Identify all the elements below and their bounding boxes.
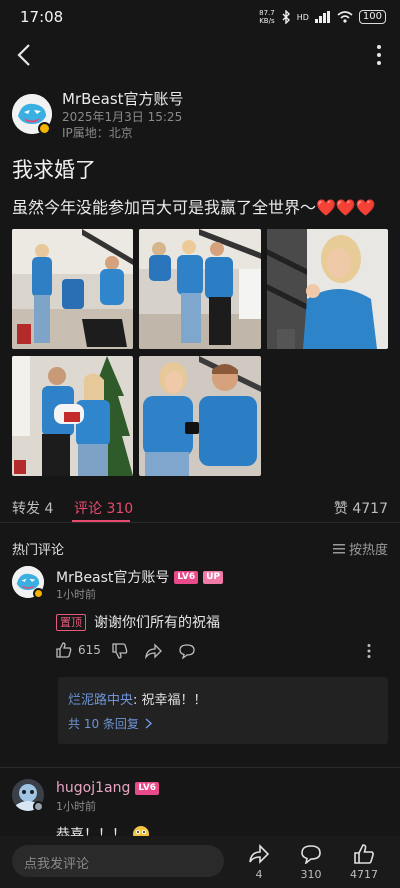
post-photo-1[interactable] [12,229,133,349]
post-photo-2[interactable] [139,229,261,349]
status-bar: 17:08 87.7 KB/s HD 100 [0,0,400,34]
view-all-replies-link[interactable]: 共 10 条回复 [68,715,152,732]
reply-text: : 祝幸福！！ [133,693,207,708]
status-icons: 87.7 KB/s HD 100 [259,9,386,25]
signal-icon [314,11,330,23]
comment-time: 1小时前 [56,588,96,601]
status-time: 17:08 [20,8,64,26]
up-badge: UP [203,570,224,584]
tabs-divider [0,522,400,523]
post-photo-3[interactable] [267,229,388,349]
comment-content: 置顶 谢谢你们所有的祝福 [56,612,220,632]
reply-comment-icon[interactable] [178,643,196,659]
bottom-like-button[interactable]: 4717 [339,844,389,881]
chevron-right-icon [145,718,152,729]
comment2-time: 1小时前 [56,800,96,813]
level-badge: LV6 [174,570,199,584]
thumbs-up-icon [56,642,72,658]
comment-icon [301,845,321,866]
share-icon[interactable] [145,643,163,659]
like-count: 4717 [350,868,378,881]
speed-value: 87.7 [259,9,275,17]
post-time: 2025年1月3日 15:25 [62,110,183,124]
tab-comments[interactable]: 评论 310 [74,498,133,518]
network-type: HD [296,12,309,22]
network-speed: 87.7 KB/s [259,9,275,25]
more-vertical-icon[interactable] [374,44,384,66]
ip-location: IP属地：北京 [62,126,133,140]
comment-like-button[interactable]: 615 [56,642,101,658]
back-arrow-icon[interactable] [14,42,36,68]
tab-repost[interactable]: 转发 4 [12,498,53,518]
post-photo-4[interactable] [12,356,133,476]
verified-badge-icon [33,588,44,599]
battery-indicator: 100 [358,10,386,24]
reply-username[interactable]: 烂泥路中央 [68,693,133,708]
bottom-comment-button[interactable]: 310 [286,844,336,881]
comment2-user-row: hugoj1ang LV6 [56,780,160,796]
comment-user-row: MrBeast官方账号 LV6 UP [56,567,224,587]
thumbs-up-icon [354,844,374,864]
level-badge: LV6 [135,781,160,795]
comment-username[interactable]: MrBeast官方账号 [56,567,169,587]
comment-text: 谢谢你们所有的祝福 [94,615,220,631]
hot-comments-title: 热门评论 [12,543,65,558]
bottom-share-button[interactable]: 4 [234,844,284,881]
user-badge-icon [33,801,44,812]
replies-count-label: 共 10 条回复 [68,717,139,731]
reply-preview[interactable]: 烂泥路中央: 祝幸福！！ 共 10 条回复 [58,677,388,744]
share-count: 4 [255,868,263,881]
speed-unit: KB/s [259,17,275,25]
sort-icon [332,543,345,553]
verified-badge-icon [38,122,51,135]
author-name[interactable]: MrBeast官方账号 [62,88,184,109]
thumbs-down-icon[interactable] [112,643,128,659]
sort-label: 按热度 [348,543,388,558]
sort-button[interactable]: 按热度 [332,539,388,558]
post-body: 虽然今年没能参加百大可是我赢了全世界～❤️❤️❤️ [12,198,376,217]
comment2-username[interactable]: hugoj1ang [56,780,130,796]
post-title: 我求婚了 [12,158,96,182]
bluetooth-icon [282,10,290,24]
reply-line: 烂泥路中央: 祝幸福！！ [68,689,207,708]
share-icon [249,844,270,864]
comment-divider [0,767,400,768]
comment-input[interactable]: 点我发评论 [12,845,224,877]
comment-more-icon[interactable] [366,643,372,659]
comment-like-count: 615 [78,643,101,657]
wifi-icon [337,11,353,23]
post-photo-5[interactable] [139,356,261,476]
comment-count: 310 [300,868,322,881]
pinned-badge: 置顶 [56,613,86,631]
tab-likes[interactable]: 赞 4717 [334,498,388,518]
